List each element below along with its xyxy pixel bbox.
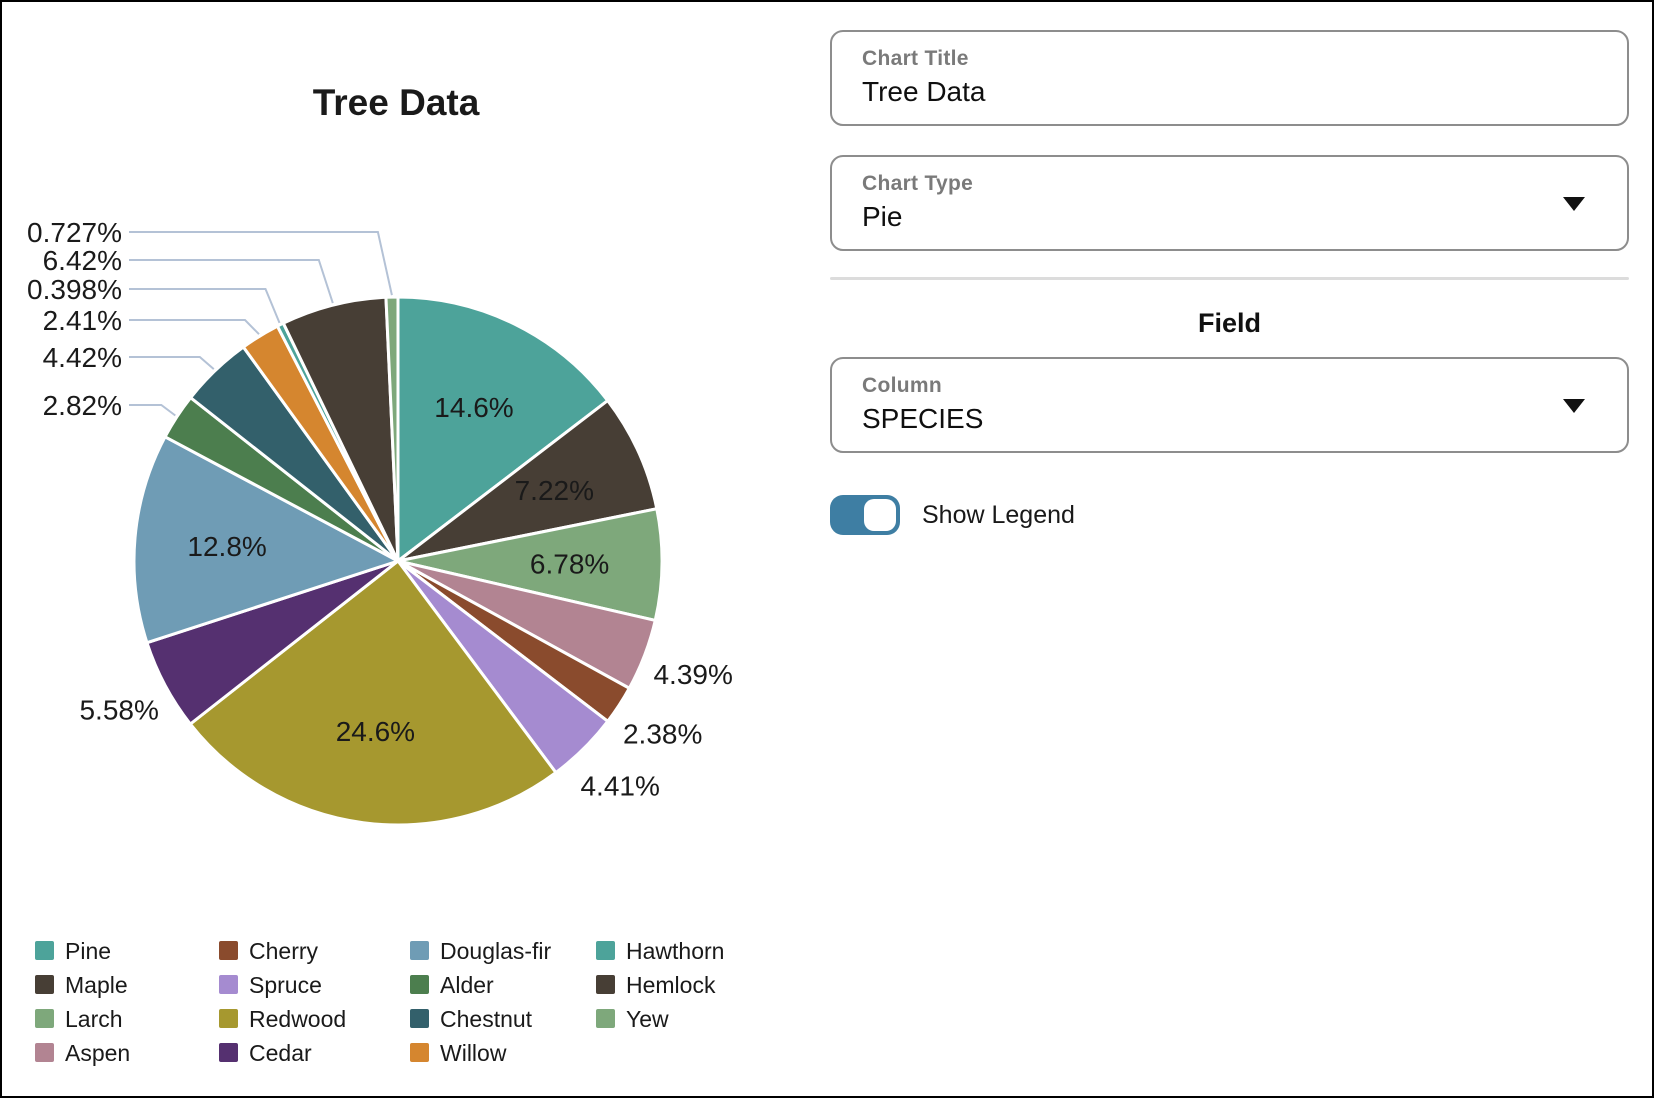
legend-label-maple: Maple — [65, 972, 128, 998]
pct-label-chestnut: 4.42% — [43, 342, 122, 373]
chevron-down-icon — [1563, 197, 1585, 211]
chevron-down-icon — [1563, 399, 1585, 413]
chart-type-dropdown[interactable]: Chart Type Pie — [830, 155, 1629, 251]
legend-label-hawthorn: Hawthorn — [626, 938, 724, 964]
pct-label-maple: 7.22% — [515, 475, 594, 506]
legend-swatch-spruce — [219, 975, 238, 994]
legend-label-yew: Yew — [626, 1006, 669, 1032]
chart-legend: Pine Maple Larch Aspen Cherry Spruce Redwood Ce… — [35, 938, 724, 1066]
pct-label-hawthorn: 0.398% — [27, 274, 122, 305]
legend-label-alder: Alder — [440, 972, 494, 998]
leader-line-hawthorn — [129, 289, 280, 323]
pct-label-willow: 2.41% — [43, 305, 122, 336]
legend-swatch-willow — [410, 1043, 429, 1062]
pct-label-yew: 0.727% — [27, 217, 122, 248]
chart-title-field[interactable]: Chart Title Tree Data — [830, 30, 1629, 126]
leader-line-yew — [129, 232, 392, 295]
chart-type-dropdown-value: Pie — [862, 201, 1597, 233]
chart-type-dropdown-label: Chart Type — [862, 172, 1597, 196]
legend-label-cherry: Cherry — [249, 938, 319, 964]
column-dropdown[interactable]: Column SPECIES — [830, 357, 1629, 453]
legend-swatch-redwood — [219, 1009, 238, 1028]
legend-label-aspen: Aspen — [65, 1040, 130, 1066]
legend-swatch-yew — [596, 1009, 615, 1028]
legend-swatch-cherry — [219, 941, 238, 960]
legend-swatch-larch — [35, 1009, 54, 1028]
chart-title-field-label: Chart Title — [862, 47, 1597, 71]
pct-label-larch: 6.78% — [530, 548, 609, 579]
legend-swatch-aspen — [35, 1043, 54, 1062]
pct-label-spruce: 4.41% — [580, 771, 659, 802]
chart-title-field-value: Tree Data — [862, 76, 1597, 108]
legend-label-larch: Larch — [65, 1006, 123, 1032]
leader-line-willow — [129, 320, 259, 334]
column-dropdown-value: SPECIES — [862, 403, 1597, 435]
leader-line-chestnut — [129, 357, 214, 369]
legend-label-pine: Pine — [65, 938, 111, 964]
legend-label-cedar: Cedar — [249, 1040, 312, 1066]
pie-chart: Tree Data 14.6% 7.22% 6.78% 4.39% 2.38% 4.41%… — [2, 2, 802, 1096]
show-legend-label: Show Legend — [922, 501, 1075, 530]
pct-label-pine: 14.6% — [434, 392, 513, 423]
legend-swatch-maple — [35, 975, 54, 994]
legend-label-douglas-fir: Douglas-fir — [440, 938, 552, 964]
legend-swatch-hawthorn — [596, 941, 615, 960]
chart-canvas: Tree Data 14.6% 7.22% 6.78% 4.39% 2.38% 4.41%… — [2, 2, 802, 1096]
pct-label-aspen: 4.39% — [653, 659, 732, 690]
pct-label-alder: 2.82% — [43, 390, 122, 421]
pct-label-redwood: 24.6% — [336, 716, 415, 747]
legend-label-willow: Willow — [440, 1040, 507, 1066]
leader-line-alder — [129, 405, 175, 416]
legend-swatch-cedar — [219, 1043, 238, 1062]
show-legend-toggle[interactable] — [830, 495, 900, 535]
pct-label-cherry: 2.38% — [623, 719, 702, 750]
app-window: Tree Data 14.6% 7.22% 6.78% 4.39% 2.38% 4.41%… — [0, 0, 1654, 1098]
field-section-heading: Field — [830, 307, 1629, 339]
pct-label-hemlock: 6.42% — [43, 245, 122, 276]
legend-label-hemlock: Hemlock — [626, 972, 716, 998]
legend-label-redwood: Redwood — [249, 1006, 346, 1032]
pct-label-douglas-fir: 12.8% — [187, 531, 266, 562]
pct-label-cedar: 5.58% — [79, 695, 158, 726]
settings-panel: Chart Title Tree Data Chart Type Pie Fie… — [830, 30, 1629, 535]
legend-swatch-pine — [35, 941, 54, 960]
legend-label-chestnut: Chestnut — [440, 1006, 533, 1032]
section-divider — [830, 277, 1629, 280]
legend-swatch-alder — [410, 975, 429, 994]
toggle-knob — [864, 499, 896, 531]
legend-label-spruce: Spruce — [249, 972, 322, 998]
show-legend-row: Show Legend — [830, 495, 1629, 535]
leader-line-hemlock — [129, 260, 333, 303]
legend-swatch-hemlock — [596, 975, 615, 994]
chart-title-text: Tree Data — [313, 82, 480, 123]
legend-swatch-douglas-fir — [410, 941, 429, 960]
legend-swatch-chestnut — [410, 1009, 429, 1028]
column-dropdown-label: Column — [862, 374, 1597, 398]
